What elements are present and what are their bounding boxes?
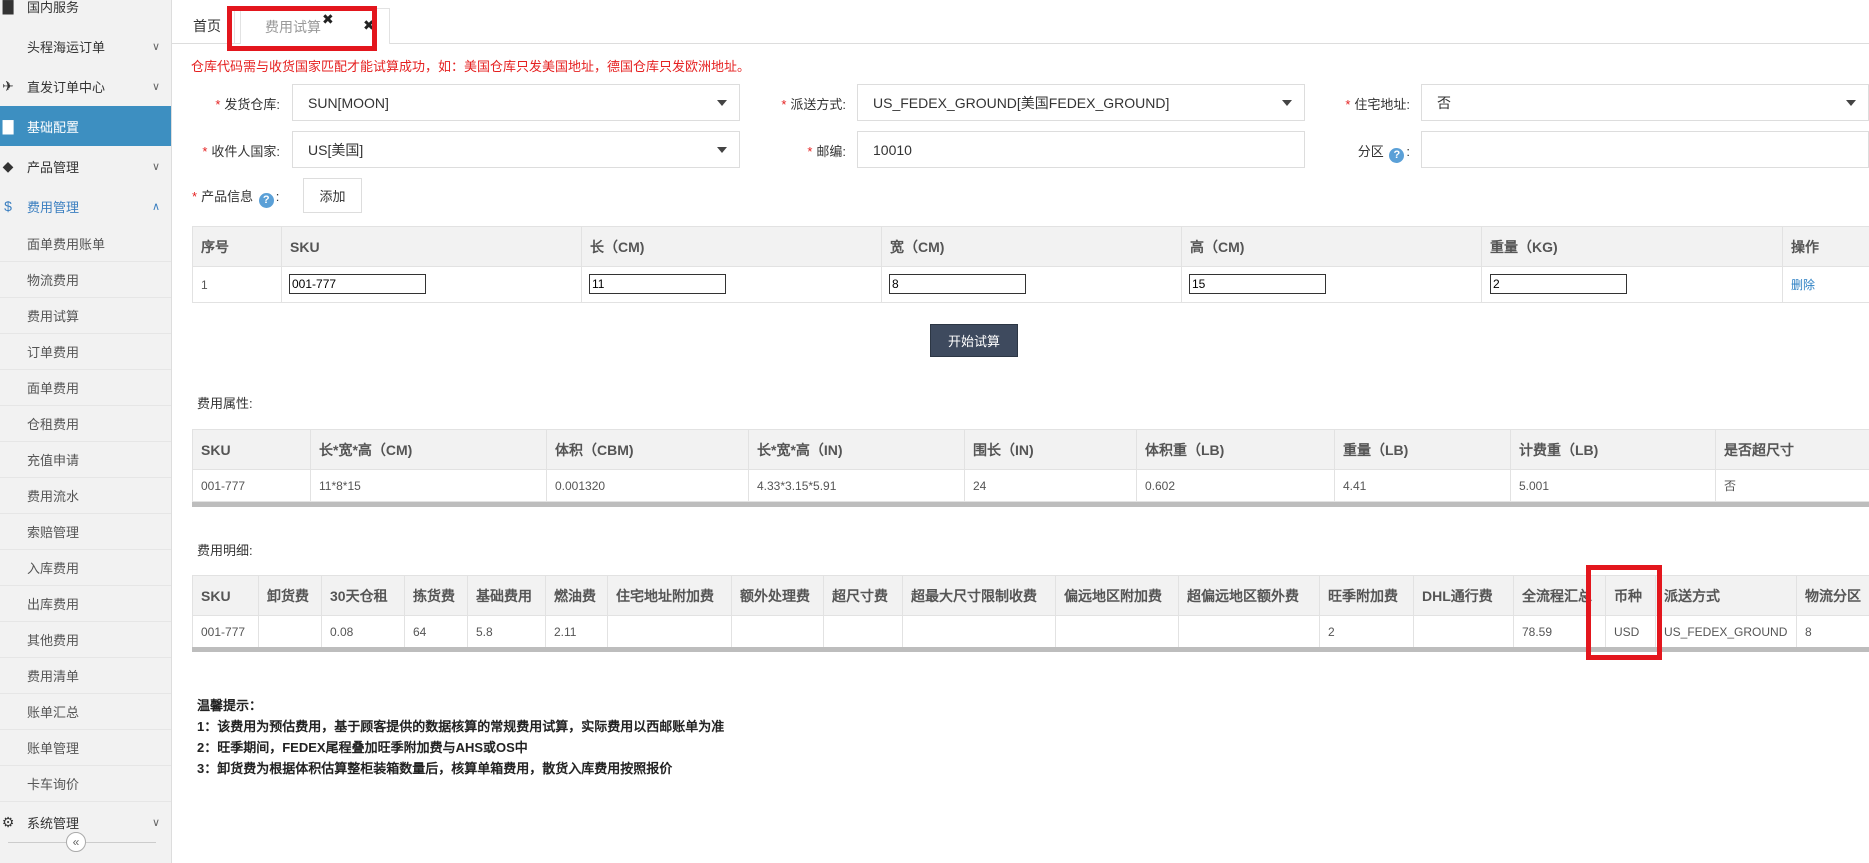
sidebar-subitem[interactable]: 索赔管理 xyxy=(0,514,171,550)
sidebar-item-label: 头程海运订单 xyxy=(27,39,106,55)
help-icon: ? xyxy=(258,193,274,208)
details-title: 费用明细: xyxy=(197,543,253,558)
shipping-label: * 派送方式: xyxy=(781,97,846,112)
sidebar-item-label: 费用管理 xyxy=(27,199,80,215)
sidebar-item-label: 产品管理 xyxy=(27,159,80,175)
sidebar-subitem[interactable]: 出库费用 xyxy=(0,586,171,622)
delete-link[interactable]: 删除 xyxy=(1791,278,1815,292)
table-header-row: 序号 SKU 长（CM) 宽（CM) 高（CM) 重量（KG) 操作 xyxy=(192,226,1869,267)
country-label: * 收件人国家: xyxy=(202,144,280,159)
sidebar-item-direct-orders[interactable]: ✈ 直发订单中心 ∨ xyxy=(0,66,171,106)
chevron-down-icon: ∨ xyxy=(152,816,161,829)
dollar-icon: $ xyxy=(4,198,12,214)
sidebar-subitem[interactable]: 账单管理 xyxy=(0,730,171,766)
chevron-down-icon xyxy=(1282,100,1292,106)
sidebar-item-label: 基础配置 xyxy=(27,119,80,135)
sidebar-item-basic-config[interactable]: ▇ 基础配置 xyxy=(0,106,171,146)
length-input[interactable] xyxy=(589,274,726,294)
collapse-sidebar-button[interactable]: « xyxy=(66,832,86,852)
sidebar-item-sea-orders[interactable]: 头程海运订单 ∨ xyxy=(0,26,171,66)
chevron-down-icon: ∨ xyxy=(152,80,161,93)
weight-input[interactable] xyxy=(1490,274,1627,294)
tab-bar xyxy=(172,0,1869,44)
residential-select[interactable]: 否 xyxy=(1421,84,1869,121)
attributes-title: 费用属性: xyxy=(197,396,253,411)
residential-label: * 住宅地址: xyxy=(1345,97,1410,112)
divider xyxy=(86,842,156,843)
sidebar-subitem[interactable]: 物流费用 xyxy=(0,262,171,298)
sidebar-item-products[interactable]: ◆ 产品管理 ∨ xyxy=(0,146,171,186)
country-select[interactable]: US[美国] xyxy=(292,131,740,168)
sidebar-subitem[interactable]: 面单费用账单 xyxy=(0,226,171,262)
start-calc-button[interactable]: 开始试算 xyxy=(930,324,1018,357)
sidebar-subitem[interactable]: 卡车询价 xyxy=(0,766,171,802)
tag-icon: ◆ xyxy=(2,157,14,174)
sidebar-item-label: 系统管理 xyxy=(27,815,80,831)
sidebar-item-system[interactable]: ⚙ 系统管理 ∨ xyxy=(0,802,171,842)
sidebar-subitem[interactable]: 费用试算 xyxy=(0,298,171,334)
tips-line: 1：该费用为预估费用，基于顾客提供的数据核算的常规费用试算，实际费用以西邮账单为… xyxy=(197,719,725,734)
chevron-up-icon: ∧ xyxy=(152,200,161,213)
table-header-row: SKU 长*宽*高（CM) 体积（CBM) 长*宽*高（IN) 围长（IN) 体积重（L… xyxy=(192,429,1869,470)
highlight-box xyxy=(227,6,377,51)
sidebar-item-domestic[interactable]: ▇ 国内服务 xyxy=(0,0,171,26)
sidebar-subitem[interactable]: 费用清单 xyxy=(0,658,171,694)
chevron-down-icon xyxy=(717,147,727,153)
folder-icon: ▇ xyxy=(2,117,14,134)
postcode-input[interactable]: 10010 xyxy=(857,131,1305,168)
tips-line: 2：旺季期间，FEDEX尾程叠加旺季附加费与AHS或OS中 xyxy=(197,740,528,755)
sku-input[interactable] xyxy=(289,274,426,294)
zone-input[interactable] xyxy=(1421,131,1869,168)
height-input[interactable] xyxy=(1189,274,1326,294)
highlight-box xyxy=(1586,565,1662,660)
product-info-label: * 产品信息 ?: xyxy=(192,189,280,208)
sidebar-item-label: 国内服务 xyxy=(27,0,80,15)
horizontal-scrollbar[interactable] xyxy=(192,502,1869,507)
sidebar-subitem[interactable]: 仓租费用 xyxy=(0,406,171,442)
sidebar-subitem[interactable]: 费用流水 xyxy=(0,478,171,514)
zone-label: 分区 ?: xyxy=(1357,144,1410,163)
gear-icon: ⚙ xyxy=(1,813,15,830)
chevron-down-icon xyxy=(1846,100,1856,106)
sidebar-subitem[interactable]: 入库费用 xyxy=(0,550,171,586)
plane-icon: ✈ xyxy=(2,77,14,94)
sidebar-item-label: 直发订单中心 xyxy=(27,79,106,95)
sidebar-item-fees[interactable]: $ 费用管理 ∧ xyxy=(0,186,171,226)
add-product-button[interactable]: 添加 xyxy=(303,178,362,213)
tips-line: 3：卸货费为根据体积估算整柜装箱数量后，核算单箱费用，散货入库费用按照报价 xyxy=(197,761,673,776)
sidebar-subitem[interactable]: 面单费用 xyxy=(0,370,171,406)
chevron-down-icon xyxy=(717,100,727,106)
warehouse-select[interactable]: SUN[MOON] xyxy=(292,84,740,121)
attributes-table: SKU 长*宽*高（CM) 体积（CBM) 长*宽*高（IN) 围长（IN) 体积重（L… xyxy=(192,429,1869,502)
tips-title: 温馨提示： xyxy=(197,698,263,713)
width-input[interactable] xyxy=(889,274,1026,294)
chevron-down-icon: ∨ xyxy=(152,40,161,53)
sidebar-subitem[interactable]: 账单汇总 xyxy=(0,694,171,730)
sidebar-subitem[interactable]: 充值申请 xyxy=(0,442,171,478)
postcode-label: * 邮编: xyxy=(807,144,846,159)
sidebar-subitem[interactable]: 订单费用 xyxy=(0,334,171,370)
divider xyxy=(8,842,66,843)
sidebar: ▇ 国内服务 头程海运订单 ∨ ✈ 直发订单中心 ∨ ▇ 基础配置 ◆ 产品管理… xyxy=(0,0,172,863)
table-row: 001-777 11*8*15 0.001320 4.33*3.15*5.91 24 0… xyxy=(192,469,1869,502)
sidebar-subitem[interactable]: 其他费用 xyxy=(0,622,171,658)
tab-label: 首页 xyxy=(193,18,221,34)
chevron-down-icon: ∨ xyxy=(152,160,161,173)
folder-icon: ▇ xyxy=(2,0,14,14)
notice-text: 仓库代码需与收货国家匹配才能试算成功，如：美国仓库只发美国地址，德国仓库只发欧洲… xyxy=(191,59,751,74)
help-icon: ? xyxy=(1389,148,1405,163)
warehouse-label: * 发货仓库: xyxy=(215,97,280,112)
tips-block: 温馨提示： 1：该费用为预估费用，基于顾客提供的数据核算的常规费用试算，实际费用… xyxy=(197,695,724,779)
shipping-select[interactable]: US_FEDEX_GROUND[美国FEDEX_GROUND] xyxy=(857,84,1305,121)
